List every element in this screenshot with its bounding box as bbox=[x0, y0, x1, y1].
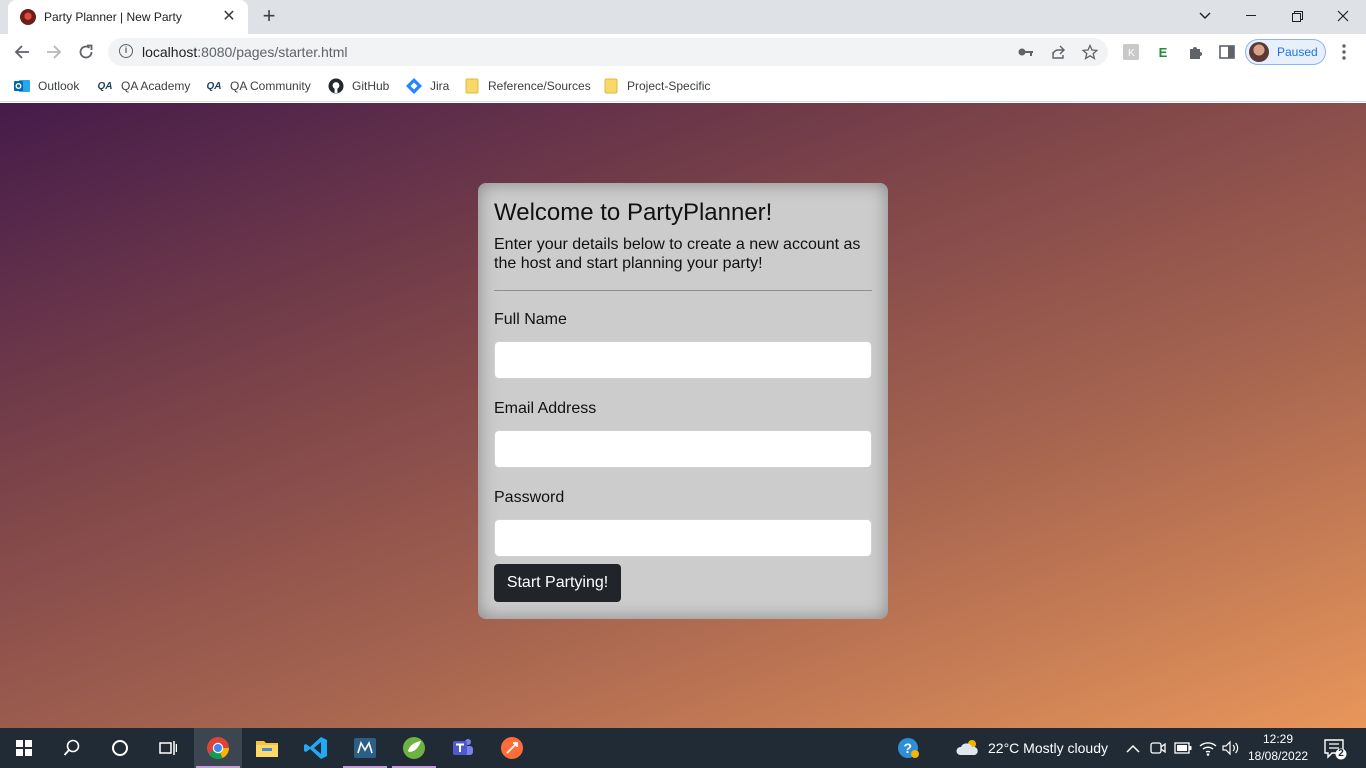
weather-text[interactable]: 22°C Mostly cloudy bbox=[988, 740, 1108, 756]
bookmarks-bar: Outlook QA QA Academy QA QA Community Gi… bbox=[0, 70, 1366, 102]
qa-icon: QA bbox=[97, 80, 113, 92]
share-icon[interactable] bbox=[1048, 42, 1068, 62]
clock-time: 12:29 bbox=[1262, 732, 1294, 746]
party-planner-favicon-icon bbox=[20, 9, 36, 25]
bookmark-jira[interactable]: Jira bbox=[406, 76, 449, 96]
vscode-icon[interactable] bbox=[292, 728, 340, 768]
taskbar: ? 22°C Mostly cloudy 12:29 18/08/2022 2 bbox=[0, 728, 1366, 768]
notification-count: 2 bbox=[1338, 748, 1344, 759]
side-panel-icon[interactable] bbox=[1217, 42, 1237, 62]
page-description: Enter your details below to create a new… bbox=[494, 236, 861, 272]
bookmark-folder-reference-sources[interactable]: Reference/Sources bbox=[464, 76, 591, 96]
search-icon[interactable] bbox=[48, 728, 96, 768]
password-label: Password bbox=[494, 489, 565, 506]
bookmark-outlook[interactable]: Outlook bbox=[14, 76, 79, 96]
qa-icon: QA bbox=[206, 80, 222, 92]
address-bar[interactable]: i localhost:8080/pages/starter.html bbox=[108, 38, 1108, 66]
spring-tools-icon[interactable] bbox=[390, 728, 438, 768]
clock[interactable]: 12:29 18/08/2022 bbox=[1248, 731, 1308, 765]
jira-icon bbox=[406, 78, 422, 94]
restore-icon[interactable] bbox=[1274, 0, 1320, 32]
show-hidden-icons-chevron-icon[interactable] bbox=[1126, 741, 1140, 759]
mysql-workbench-icon[interactable] bbox=[341, 728, 389, 768]
volume-icon[interactable] bbox=[1222, 740, 1240, 761]
help-icon[interactable]: ? bbox=[884, 728, 932, 768]
profile-status: Paused bbox=[1277, 45, 1318, 59]
close-window-icon[interactable] bbox=[1320, 0, 1366, 32]
divider bbox=[494, 290, 872, 291]
chrome-icon[interactable] bbox=[194, 728, 242, 768]
reload-icon[interactable] bbox=[73, 39, 99, 65]
bookmark-qa-academy[interactable]: QA QA Academy bbox=[97, 76, 191, 96]
browser-tab[interactable]: Party Planner | New Party ✕ bbox=[8, 0, 248, 34]
extension-k-icon[interactable]: K bbox=[1121, 42, 1141, 62]
cortana-icon[interactable] bbox=[96, 728, 144, 768]
start-icon[interactable] bbox=[0, 728, 48, 768]
page-title: Welcome to PartyPlanner! bbox=[494, 199, 773, 226]
full-name-input[interactable] bbox=[494, 341, 872, 379]
page-viewport: Welcome to PartyPlanner! Enter your deta… bbox=[0, 103, 1366, 728]
forward-arrow-icon[interactable] bbox=[41, 39, 67, 65]
tab-strip: Party Planner | New Party ✕ + bbox=[0, 0, 1366, 34]
postman-icon[interactable] bbox=[488, 728, 536, 768]
extension-e-icon[interactable]: E bbox=[1153, 42, 1173, 62]
key-icon[interactable] bbox=[1016, 42, 1036, 62]
battery-icon[interactable] bbox=[1174, 741, 1192, 759]
password-input[interactable] bbox=[494, 519, 872, 557]
bookmark-qa-community[interactable]: QA QA Community bbox=[206, 76, 311, 96]
svg-text:K: K bbox=[1128, 48, 1135, 59]
start-partying-button[interactable]: Start Partying! bbox=[494, 564, 621, 602]
back-arrow-icon[interactable] bbox=[9, 39, 35, 65]
browser-toolbar: i localhost:8080/pages/starter.html K E … bbox=[0, 34, 1366, 70]
meet-now-icon[interactable] bbox=[1150, 740, 1166, 761]
signup-card: Welcome to PartyPlanner! Enter your deta… bbox=[478, 183, 888, 619]
tab-search-chevron-icon[interactable] bbox=[1182, 0, 1228, 32]
bookmark-folder-project-specific[interactable]: Project-Specific bbox=[603, 76, 710, 96]
tab-title: Party Planner | New Party bbox=[44, 10, 182, 24]
bookmark-star-icon[interactable] bbox=[1080, 42, 1100, 62]
clock-date: 18/08/2022 bbox=[1248, 749, 1309, 763]
site-info-icon[interactable]: i bbox=[119, 44, 133, 58]
email-label: Email Address bbox=[494, 400, 597, 417]
folder-icon bbox=[464, 78, 480, 94]
svg-text:?: ? bbox=[904, 740, 913, 756]
full-name-label: Full Name bbox=[494, 311, 567, 328]
avatar bbox=[1249, 42, 1269, 62]
wifi-icon[interactable] bbox=[1199, 740, 1217, 761]
task-view-icon[interactable] bbox=[144, 728, 192, 768]
notifications-icon[interactable]: 2 bbox=[1323, 738, 1347, 765]
profile-button[interactable]: Paused bbox=[1245, 39, 1326, 65]
url-text[interactable]: localhost:8080/pages/starter.html bbox=[142, 44, 347, 60]
chrome-menu-icon[interactable] bbox=[1334, 42, 1354, 62]
folder-icon bbox=[603, 78, 619, 94]
github-icon bbox=[328, 78, 344, 94]
bookmark-github[interactable]: GitHub bbox=[328, 76, 389, 96]
cloud-icon[interactable] bbox=[956, 738, 980, 763]
new-tab-icon[interactable]: + bbox=[256, 5, 282, 29]
teams-icon[interactable] bbox=[439, 728, 487, 768]
file-explorer-icon[interactable] bbox=[243, 728, 291, 768]
minimize-icon[interactable] bbox=[1228, 0, 1274, 32]
extensions-puzzle-icon[interactable] bbox=[1185, 42, 1205, 62]
close-tab-icon[interactable]: ✕ bbox=[220, 8, 238, 26]
outlook-icon bbox=[14, 78, 30, 94]
email-input[interactable] bbox=[494, 430, 872, 468]
